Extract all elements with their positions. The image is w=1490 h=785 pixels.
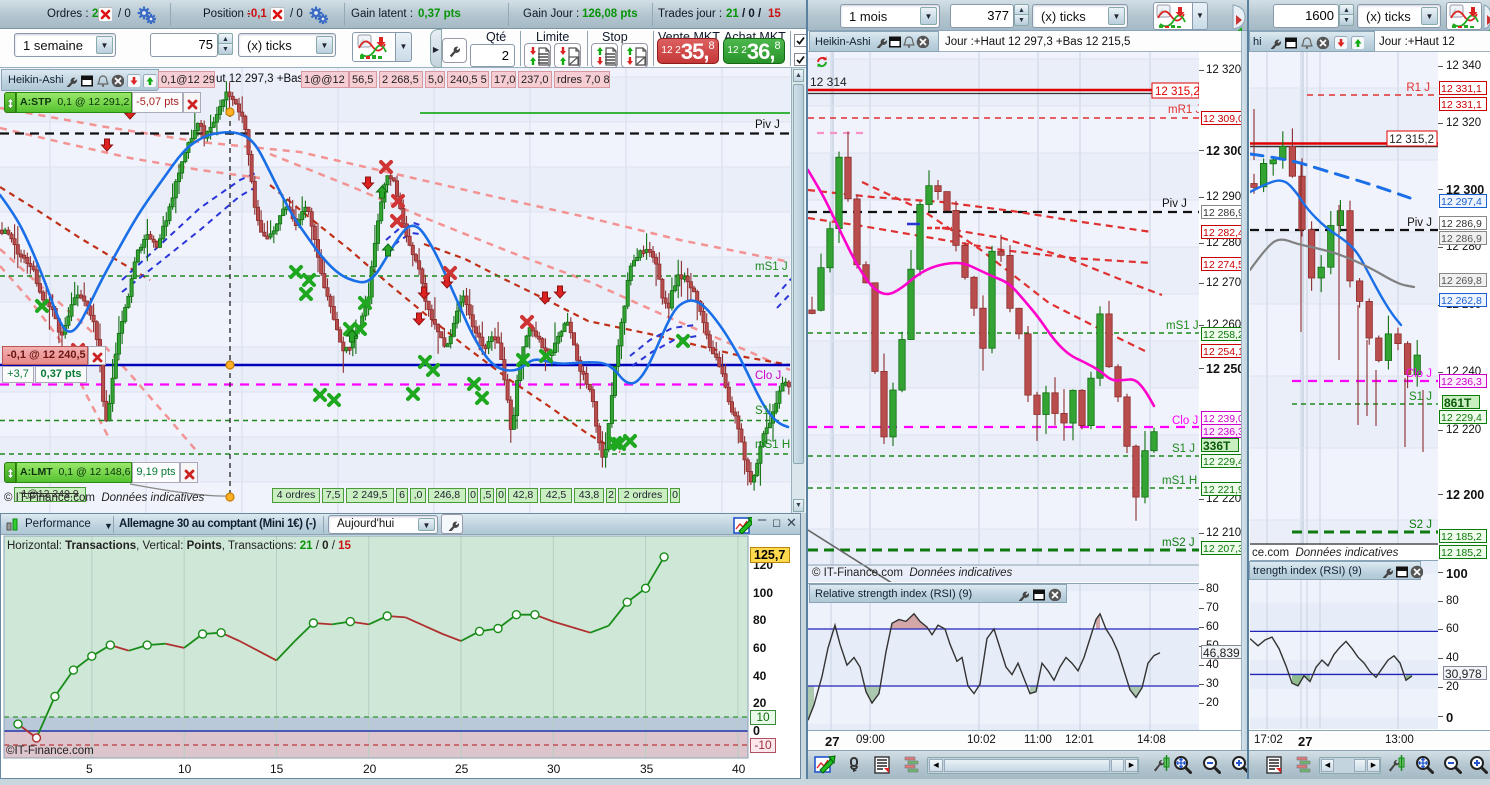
svg-text:S2 J: S2 J [1409,519,1432,531]
svg-text:S1 J: S1 J [1409,391,1432,403]
svg-text:Clo J: Clo J [1172,415,1198,427]
svg-text:12 314: 12 314 [810,75,847,89]
svg-text:12 315,2: 12 315,2 [1389,134,1434,146]
svg-text:R1 J: R1 J [1406,82,1430,94]
svg-text:Piv J: Piv J [1407,217,1432,229]
svg-text:mS1 H: mS1 H [1162,475,1197,487]
svg-text:Clo J: Clo J [1406,368,1432,380]
svg-text:S1 J: S1 J [1172,443,1195,455]
svg-text:mS1 J: mS1 J [1166,320,1199,332]
svg-text:Piv J: Piv J [1162,198,1187,210]
svg-text:mS2 J: mS2 J [1162,537,1195,549]
svg-text:mR1 J: mR1 J [1168,104,1199,116]
svg-text:12 315,2: 12 315,2 [1155,86,1199,98]
